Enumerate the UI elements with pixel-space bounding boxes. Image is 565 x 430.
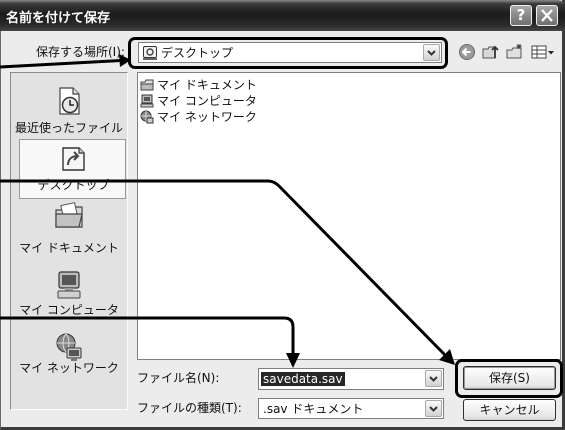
place-label: マイ コンピュータ (19, 303, 119, 317)
file-name-label: ファイル名(N): (137, 371, 220, 385)
my-network-icon (140, 110, 154, 124)
chevron-down-icon (429, 406, 438, 412)
list-item-name: マイ コンピュータ (157, 94, 257, 108)
window-title: 名前を付けて保存 (6, 11, 111, 26)
file-name-dropdown-button[interactable] (425, 370, 442, 387)
file-name-text: savedata.sav (261, 372, 345, 386)
help-label: ? (516, 6, 526, 24)
file-type-label: ファイルの種類(T): (137, 401, 242, 415)
list-item-name: マイ ドキュメント (157, 78, 257, 92)
my-computer-icon (140, 94, 154, 108)
my-network-icon (56, 333, 82, 361)
place-recent-documents[interactable]: 最近使ったファイル (11, 81, 127, 139)
place-my-documents[interactable]: マイ ドキュメント (11, 200, 127, 260)
my-documents-icon (140, 79, 154, 91)
file-name-value: savedata.sav (261, 372, 345, 386)
new-folder-icon[interactable] (506, 43, 524, 61)
list-item-name: マイ ネットワーク (157, 110, 257, 124)
annotation-box-location (128, 37, 448, 69)
cancel-button[interactable]: キャンセル (463, 399, 556, 421)
desktop-icon (62, 147, 85, 171)
recent-documents-icon (59, 87, 80, 115)
places-bar: 最近使ったファイル デスクトップ マイ ドキュメント マイ コンピュータ マイ … (10, 72, 128, 410)
title-bar[interactable]: 名前を付けて保存 ? (0, 0, 565, 31)
place-my-computer[interactable]: マイ コンピュータ (11, 265, 127, 321)
place-label: デスクトップ (37, 178, 110, 192)
close-icon (541, 9, 553, 22)
up-folder-icon[interactable] (482, 43, 500, 61)
file-type-value: .sav ドキュメント (263, 402, 364, 416)
file-type-select[interactable]: .sav ドキュメント (258, 398, 444, 419)
place-label: マイ ドキュメント (19, 241, 119, 255)
views-menu-icon[interactable] (531, 43, 555, 61)
place-label: マイ ネットワーク (19, 361, 119, 375)
file-name-input[interactable]: savedata.sav (258, 368, 444, 390)
place-label: 最近使ったファイル (14, 121, 123, 135)
close-button[interactable] (536, 5, 558, 26)
my-documents-icon (55, 202, 83, 228)
help-button[interactable]: ? (510, 5, 532, 26)
chevron-down-icon (429, 376, 438, 382)
place-desktop[interactable]: デスクトップ (19, 139, 126, 199)
annotation-box-save (455, 359, 563, 398)
file-type-dropdown-button[interactable] (425, 400, 442, 417)
back-icon[interactable] (458, 43, 476, 61)
save-location-label: 保存する場所(I): (36, 45, 125, 59)
file-list[interactable]: マイ ドキュメント マイ コンピュータ マイ ネットワーク (137, 72, 561, 360)
place-my-network[interactable]: マイ ネットワーク (11, 327, 127, 385)
my-computer-icon (57, 271, 81, 299)
